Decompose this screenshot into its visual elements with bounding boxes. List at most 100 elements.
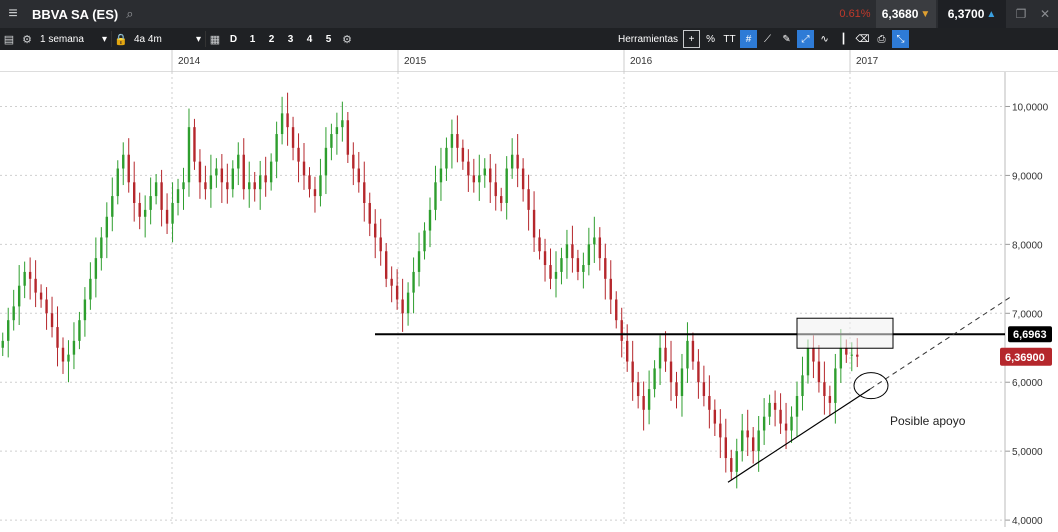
hamburger-icon[interactable]: ≡	[0, 0, 26, 28]
period-3-button[interactable]: 3	[281, 28, 300, 50]
candle-body	[828, 396, 832, 403]
candle-body	[226, 182, 229, 190]
candle-body	[346, 120, 350, 155]
candle-body	[116, 168, 119, 197]
year-label: 2016	[630, 56, 653, 67]
candle-body	[171, 202, 174, 224]
chart-canvas[interactable]: 10,0000 9,0000 8,0000 7,0000 6,0000 5,00…	[0, 72, 1058, 527]
candle-body	[269, 161, 273, 183]
period-4-button[interactable]: 4	[300, 28, 319, 50]
candle-body	[308, 175, 311, 190]
candle-body	[412, 271, 415, 293]
candle-body	[784, 423, 788, 431]
candle-body	[615, 299, 618, 321]
grid-icon[interactable]: #	[740, 30, 758, 48]
candle-body	[620, 320, 623, 341]
range-select[interactable]: 4a 4m ▾	[130, 31, 206, 47]
chart-drawings[interactable]	[375, 296, 1011, 483]
price-tick-label: 8,0000	[1012, 240, 1043, 251]
candle-body	[587, 244, 591, 266]
candle-body	[795, 396, 799, 417]
candle-body	[598, 237, 602, 259]
candle-body	[669, 361, 673, 383]
lock-icon[interactable]: 🔒	[112, 28, 130, 50]
print-icon[interactable]: ⎙	[873, 30, 890, 48]
list-icon[interactable]: ▤	[0, 28, 18, 50]
candle-body	[291, 127, 295, 148]
candle-body	[500, 196, 503, 203]
crosshair-tool-icon[interactable]: +	[683, 30, 701, 48]
candle-body	[105, 216, 109, 238]
ask-price-value: 6,3700	[947, 7, 985, 21]
candle-body	[576, 258, 580, 272]
chart-toolbar: ▤ ⚙ 1 semana ▾ 🔒 4a 4m ▾ ▦ D 1 2 3 4 5 ⚙…	[0, 28, 1058, 50]
candle-body	[204, 182, 207, 190]
candle-body	[160, 182, 163, 210]
candle-body	[390, 278, 393, 286]
candle-body	[489, 168, 492, 183]
zoom-icon[interactable]: ⤢	[797, 30, 815, 48]
candle-body	[401, 299, 404, 314]
interval-select[interactable]: 1 semana ▾	[36, 31, 112, 47]
popout-icon[interactable]: ❐	[1010, 0, 1032, 28]
price-badges: 6,6963 6,36900	[1000, 326, 1052, 366]
candle-body	[286, 113, 289, 128]
period-2-button[interactable]: 2	[262, 28, 281, 50]
settings-gear-icon[interactable]: ⚙	[338, 28, 356, 50]
candle-body	[395, 285, 399, 300]
candle-body	[697, 361, 700, 383]
candle-body	[368, 202, 371, 224]
gear-icon[interactable]: ⚙	[18, 28, 36, 50]
resistance-zone-box[interactable]	[796, 317, 894, 349]
search-icon[interactable]: ⌕	[126, 6, 133, 22]
ruler-icon[interactable]: ✎	[778, 30, 795, 48]
candles-icon[interactable]: ┃	[835, 30, 852, 48]
candle-body	[406, 292, 410, 314]
support-circle[interactable]	[853, 372, 889, 400]
price-tick-label: 9,0000	[1012, 171, 1043, 182]
candle-body	[856, 354, 859, 357]
candle-body	[494, 182, 497, 197]
chevron-down-icon: ▾	[101, 33, 107, 45]
ask-price[interactable]: 6,3700 ▲	[938, 0, 1006, 28]
arrow-down-icon: ▼	[920, 8, 931, 20]
candle-body	[850, 354, 853, 356]
candle-body	[264, 175, 267, 183]
calendar-icon[interactable]: ▦	[206, 28, 224, 50]
arrow-up-icon: ▲	[986, 8, 997, 20]
draw-line-icon[interactable]: ⟋	[759, 30, 776, 48]
instrument-title: BBVA SA (ES)	[32, 6, 119, 22]
price-tick-label: 5,0000	[1012, 447, 1043, 458]
candle-body	[220, 168, 224, 183]
period-1-button[interactable]: 1	[243, 28, 262, 50]
candle-body	[165, 209, 169, 224]
text-tool[interactable]: TT	[721, 30, 738, 48]
candle-body	[445, 147, 448, 169]
candle-body	[516, 154, 519, 169]
indicator-icon[interactable]: ∿	[816, 30, 833, 48]
link-icon[interactable]: ⤡	[892, 30, 910, 48]
support-trendline[interactable]	[727, 388, 871, 483]
percent-tool[interactable]: %	[702, 30, 719, 48]
candle-body	[253, 182, 256, 190]
price-tick-label: 10,0000	[1012, 102, 1049, 113]
candle-body	[7, 320, 10, 341]
bid-price[interactable]: 6,3680 ▼	[876, 0, 936, 28]
period-d-button[interactable]: D	[224, 28, 243, 50]
year-label: 2017	[856, 56, 879, 67]
candle-body	[675, 382, 678, 397]
candle-body	[543, 251, 547, 266]
eraser-icon[interactable]: ⌫	[854, 30, 871, 48]
candle-body	[237, 154, 240, 169]
price-chart[interactable]: 10,0000 9,0000 8,0000 7,0000 6,0000 5,00…	[0, 72, 1058, 527]
candle-body	[193, 127, 196, 162]
period-5-button[interactable]: 5	[319, 28, 338, 50]
candle-body	[242, 154, 245, 190]
candle-body	[735, 451, 738, 472]
candle-body	[111, 196, 114, 217]
close-icon[interactable]: ✕	[1034, 0, 1056, 28]
candle-body	[176, 189, 180, 203]
candle-body	[12, 306, 15, 321]
candle-body	[78, 320, 81, 341]
candle-body	[434, 182, 437, 210]
